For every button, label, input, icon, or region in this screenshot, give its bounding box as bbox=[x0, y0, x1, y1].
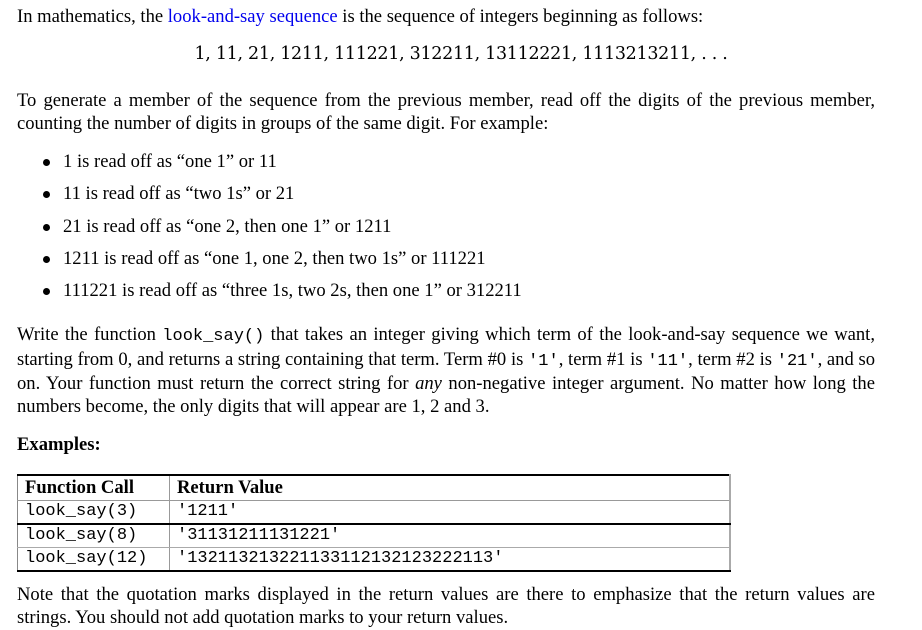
bullet-item: 111221 is read off as “three 1s, two 2s,… bbox=[17, 280, 522, 312]
intro-paragraph: In mathematics, the look-and-say sequenc… bbox=[17, 6, 875, 29]
examples-table: Function Call Return Value look_say(3) '… bbox=[17, 474, 731, 572]
emphasis-any: any bbox=[415, 373, 442, 394]
header-function-call: Function Call bbox=[17, 475, 170, 501]
bullet-item: 21 is read off as “one 2, then one 1” or… bbox=[17, 216, 522, 248]
term1-code: '11' bbox=[647, 351, 689, 371]
function-call-cell: look_say(8) bbox=[17, 524, 170, 548]
term2-code: '21' bbox=[776, 351, 818, 371]
function-call-cell: look_say(3) bbox=[17, 500, 170, 525]
bullet-icon bbox=[43, 288, 50, 296]
function-name-code: look_say() bbox=[162, 327, 265, 346]
bullet-icon bbox=[43, 159, 50, 166]
term0-code: '1' bbox=[528, 351, 559, 371]
generate-paragraph: To generate a member of the sequence fro… bbox=[17, 90, 875, 134]
task-paragraph: Write the function look_say() that takes… bbox=[17, 324, 875, 418]
look-and-say-link[interactable]: look-and-say sequence bbox=[168, 6, 338, 27]
intro-text-before: In mathematics, the bbox=[17, 6, 168, 27]
return-value-cell: '31131211131221' bbox=[169, 524, 730, 548]
header-return-value: Return Value bbox=[169, 475, 730, 501]
table-header-row: Function Call Return Value bbox=[17, 475, 730, 501]
examples-heading: Examples: bbox=[17, 434, 101, 455]
bullet-text: 11 is read off as “two 1s” or 21 bbox=[63, 183, 295, 205]
task-text: Write the function bbox=[17, 324, 163, 345]
table-row: look_say(8) '31131211131221' bbox=[17, 524, 730, 548]
task-text: , term #2 is bbox=[688, 348, 777, 370]
bullet-icon bbox=[43, 255, 50, 263]
bullet-text: 21 is read off as “one 2, then one 1” or… bbox=[63, 215, 392, 237]
note-paragraph: Note that the quotation marks displayed … bbox=[17, 584, 875, 628]
sequence-display: 1, 11, 21, 1211, 111221, 312211, 1311222… bbox=[194, 44, 728, 64]
bullet-text: 111221 is read off as “three 1s, two 2s,… bbox=[63, 280, 522, 302]
bullet-item: 1211 is read off as “one 1, one 2, then … bbox=[17, 248, 522, 280]
table-row: look_say(12) '13211321322113311213212322… bbox=[17, 547, 731, 571]
bullet-icon bbox=[43, 223, 50, 231]
bullet-item: 1 is read off as “one 1” or 11 bbox=[17, 151, 522, 183]
intro-text-after: is the sequence of integers beginning as… bbox=[337, 6, 704, 27]
example-bullet-list: 1 is read off as “one 1” or 11 11 is rea… bbox=[17, 151, 522, 312]
table-row: look_say(3) '1211' bbox=[17, 500, 730, 525]
bullet-text: 1211 is read off as “one 1, one 2, then … bbox=[63, 247, 486, 269]
bullet-text: 1 is read off as “one 1” or 11 bbox=[63, 151, 277, 172]
bullet-item: 11 is read off as “two 1s” or 21 bbox=[17, 183, 522, 215]
function-call-cell: look_say(12) bbox=[17, 547, 170, 571]
task-text: , term #1 is bbox=[558, 348, 648, 370]
return-value-cell: '1211' bbox=[169, 500, 730, 525]
return-value-cell: '132113213221133112132123222113' bbox=[177, 549, 504, 568]
bullet-icon bbox=[43, 191, 50, 199]
